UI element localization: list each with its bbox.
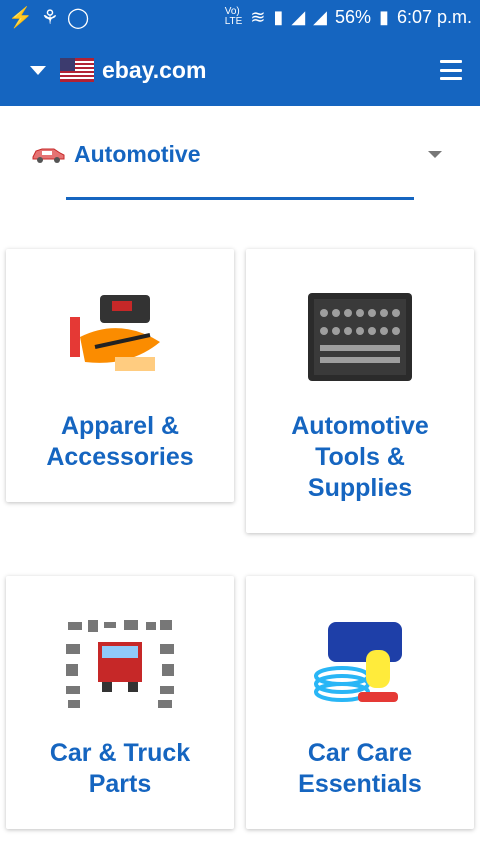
tile-apparel-accessories[interactable]: Apparel & Accessories (6, 249, 234, 502)
site-title[interactable]: ebay.com (102, 57, 440, 84)
site-dropdown-icon[interactable] (30, 65, 46, 75)
app-bar: ebay.com (0, 34, 480, 106)
us-flag-icon[interactable] (60, 58, 94, 82)
tile-car-care-essentials[interactable]: Car Care Essentials (246, 576, 474, 829)
category-selector[interactable]: Automotive (30, 136, 446, 172)
flash-icon: ⚡ (8, 6, 33, 29)
tile-title: Automotive Tools & Supplies (291, 412, 429, 502)
tile-title: Car Care Essentials (298, 739, 422, 798)
tile-car-truck-parts[interactable]: Car & Truck Parts (6, 576, 234, 829)
tile-automotive-tools[interactable]: Automotive Tools & Supplies (246, 249, 474, 533)
sim-icon: ▮ (273, 6, 284, 27)
volte-icon: Vo) LTE (224, 6, 243, 27)
chevron-down-icon[interactable] (428, 150, 442, 158)
battery-icon: ▮ (379, 6, 389, 27)
signal-icon: ◢ (291, 6, 306, 27)
car-care-kit-image (314, 622, 402, 702)
truck-parts-image (66, 620, 174, 708)
clock: 6:07 p.m. (396, 6, 472, 27)
hamburger-menu-icon[interactable] (440, 60, 462, 80)
signal-icon: ◢ (313, 6, 328, 27)
category-underline (66, 197, 414, 200)
car-icon (32, 148, 65, 163)
socket-set-image (308, 293, 412, 381)
emergency-kit-image (70, 295, 160, 371)
usb-icon: ⚘ (40, 6, 59, 29)
wifi-icon: ≋ (250, 6, 266, 27)
status-bar: ⚡ ⚘ ◯ Vo) LTE ≋ ▮ ◢ ◢ 56% ▮ 6:07 p.m. (0, 0, 480, 34)
category-label: Automotive (74, 140, 201, 167)
battery-level: 56% (335, 6, 372, 27)
whatsapp-icon: ◯ (66, 6, 90, 29)
tile-title: Apparel & Accessories (46, 412, 194, 471)
tile-title: Car & Truck Parts (49, 739, 191, 798)
